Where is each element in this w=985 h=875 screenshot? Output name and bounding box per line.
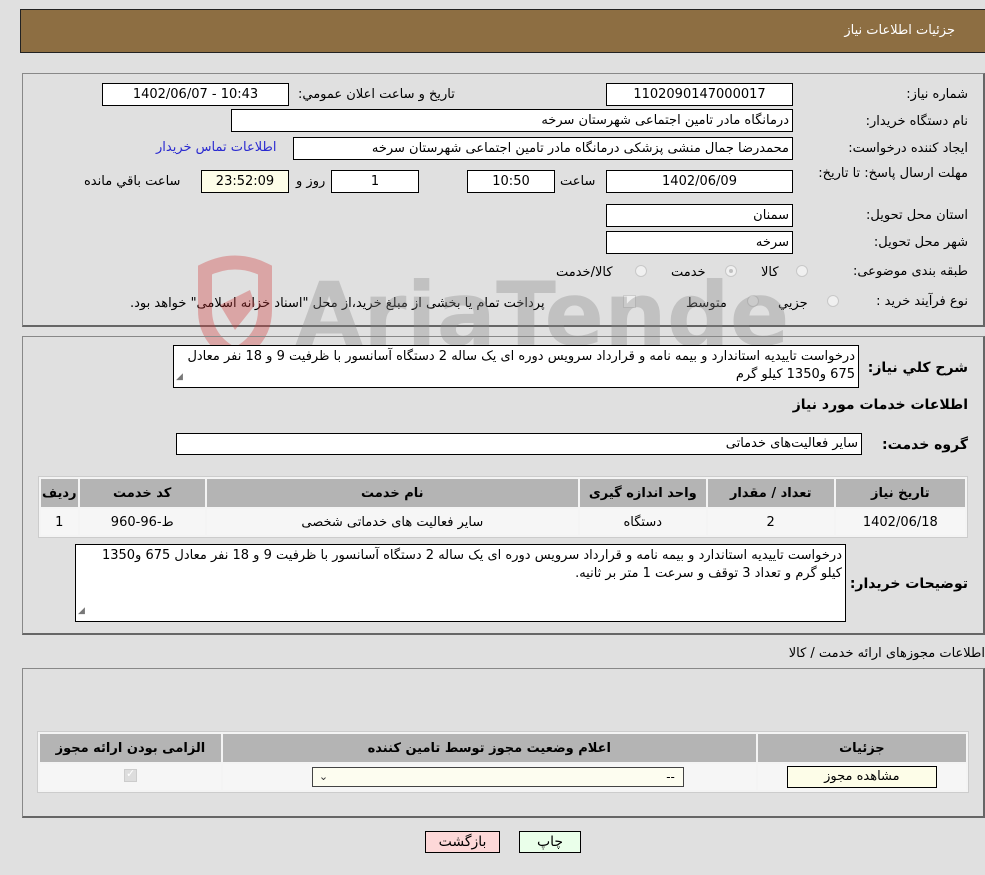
- licenses-table-header: جزئیات اعلام وضعیت مجوز توسط تامین کننده…: [40, 734, 966, 762]
- licenses-table: جزئیات اعلام وضعیت مجوز توسط تامین کننده…: [37, 731, 969, 793]
- buyer-org-field: درمانگاه مادر تامین اجتماعی شهرستان سرخه: [231, 109, 793, 132]
- resize-grip-icon[interactable]: ◢: [176, 368, 183, 386]
- col-date: تاریخ نیاز: [835, 479, 965, 507]
- need-number-label: شماره نیاز:: [906, 87, 968, 102]
- print-button[interactable]: چاپ: [519, 831, 581, 853]
- services-table: تاریخ نیاز تعداد / مقدار واحد اندازه گیر…: [38, 476, 968, 538]
- purchase-radio-minor[interactable]: [827, 295, 839, 307]
- cell-details: مشاهده مجوز: [757, 764, 966, 790]
- category-radio-goods-service[interactable]: [635, 265, 647, 277]
- need-number-field: 1102090147000017: [606, 83, 793, 106]
- chevron-down-icon: ⌄: [318, 770, 329, 783]
- purchase-type-label: نوع فرآیند خرید :: [876, 294, 968, 309]
- cell-service-name: سایر فعالیت های خدماتی شخصی: [206, 509, 578, 535]
- deadline-date-field: 1402/06/09: [606, 170, 793, 193]
- resize-grip-icon[interactable]: ◢: [78, 602, 85, 620]
- cell-row-number: 1: [41, 509, 78, 535]
- col-service-name: نام خدمت: [206, 479, 578, 507]
- licenses-title: اطلاعات مجوزهای ارائه خدمت / کالا: [788, 646, 985, 661]
- cell-service-code: ط-96-960: [79, 509, 205, 535]
- cell-date: 1402/06/18: [835, 509, 965, 535]
- deadline-label: مهلت ارسال پاسخ: تا تاریخ:: [818, 166, 968, 181]
- treasury-payment-note: پرداخت تمام یا بخشی از مبلغ خرید،از محل …: [130, 296, 545, 311]
- license-status-value: --: [666, 770, 675, 784]
- service-group-field: سایر فعالیت‌های خدماتی: [176, 433, 862, 455]
- cell-license-status: -- ⌄: [222, 764, 756, 790]
- service-group-label: گروه خدمت:: [882, 437, 968, 453]
- province-field: سمنان: [606, 204, 793, 227]
- deadline-days-label: روز و: [296, 174, 326, 189]
- remaining-time-field: 23:52:09: [201, 170, 289, 193]
- back-button[interactable]: بازگشت: [425, 831, 500, 853]
- services-table-header: تاریخ نیاز تعداد / مقدار واحد اندازه گیر…: [41, 479, 965, 507]
- category-radio-goods[interactable]: [796, 265, 808, 277]
- purchase-option-minor: جزيي: [778, 296, 808, 311]
- category-option-goods: کالا: [761, 265, 779, 280]
- buyer-notes-label: توضیحات خريدار:: [849, 576, 968, 592]
- buyer-org-label: نام دستگاه خريدار:: [865, 114, 968, 129]
- col-details: جزئیات: [757, 734, 966, 762]
- view-license-button[interactable]: مشاهده مجوز: [786, 766, 937, 788]
- deadline-time-label: ساعت: [560, 174, 596, 189]
- cell-quantity: 2: [707, 509, 834, 535]
- services-title: اطلاعات خدمات مورد نياز: [792, 397, 968, 413]
- cell-license-required: ✓: [40, 764, 221, 790]
- deadline-days-field: 1: [331, 170, 419, 193]
- cell-unit: دستگاه: [579, 509, 706, 535]
- requester-field: محمدرضا جمال منشی پزشکی درمانگاه مادر تا…: [293, 137, 793, 160]
- province-label: استان محل تحویل:: [866, 208, 968, 223]
- requester-label: ایجاد کننده درخواست:: [848, 141, 968, 156]
- license-required-checkbox: ✓: [123, 766, 137, 782]
- category-option-goods-service: کالا/خدمت: [556, 265, 613, 280]
- col-unit: واحد اندازه گیری: [579, 479, 706, 507]
- col-service-code: کد خدمت: [79, 479, 205, 507]
- description-label: شرح کلي نياز:: [867, 360, 968, 376]
- treasury-payment-checkbox[interactable]: [623, 295, 636, 308]
- license-status-select[interactable]: -- ⌄: [311, 767, 684, 787]
- category-option-service: خدمت: [671, 265, 706, 280]
- buyer-notes-text: درخواست تاییدیه استاندارد و بیمه نامه و …: [101, 548, 842, 581]
- purchase-option-medium: متوسط: [686, 296, 727, 311]
- table-row: 1402/06/18 2 دستگاه سایر فعالیت های خدما…: [41, 509, 965, 535]
- purchase-radio-medium[interactable]: [747, 295, 759, 307]
- buyer-contact-link[interactable]: اطلاعات تماس خریدار: [156, 140, 276, 155]
- page-header: جزئیات اطلاعات نیاز: [20, 9, 985, 53]
- announce-datetime-field: 1402/06/07 - 10:43: [102, 83, 289, 106]
- col-license-required: الزامی بودن ارائه مجوز: [40, 734, 221, 762]
- category-label: طبقه بندی موضوعی:: [852, 264, 968, 279]
- remaining-time-label: ساعت باقي مانده: [84, 174, 181, 189]
- deadline-time-field: 10:50: [467, 170, 555, 193]
- description-text: درخواست تاییدیه استاندارد و بیمه نامه و …: [187, 349, 855, 382]
- col-quantity: تعداد / مقدار: [707, 479, 834, 507]
- page-title: جزئیات اطلاعات نیاز: [844, 23, 955, 38]
- city-field: سرخه: [606, 231, 793, 254]
- table-row: مشاهده مجوز -- ⌄ ✓: [40, 764, 966, 790]
- col-row-number: ردیف: [41, 479, 78, 507]
- description-textarea[interactable]: درخواست تاییدیه استاندارد و بیمه نامه و …: [173, 345, 859, 388]
- category-radio-service[interactable]: [725, 265, 737, 277]
- announce-datetime-label: تاریخ و ساعت اعلان عمومي:: [298, 87, 455, 102]
- city-label: شهر محل تحویل:: [873, 235, 968, 250]
- col-license-status: اعلام وضعیت مجوز توسط تامین کننده: [222, 734, 756, 762]
- buyer-notes-textarea[interactable]: درخواست تاییدیه استاندارد و بیمه نامه و …: [75, 544, 846, 622]
